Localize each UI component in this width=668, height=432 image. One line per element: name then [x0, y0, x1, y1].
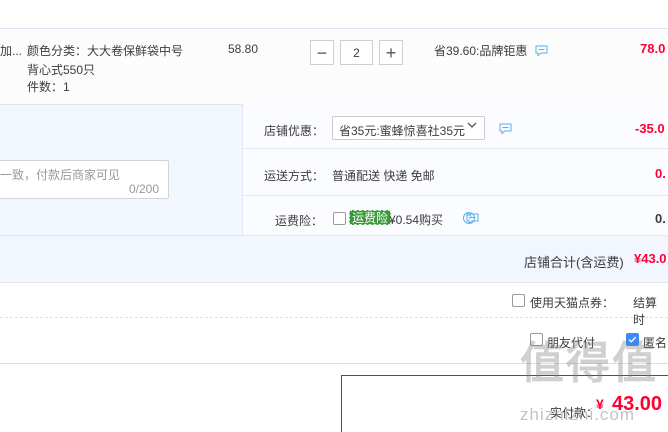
saving-info: 省39.60:品牌钜惠 [434, 42, 548, 59]
watermark-url: zhizhizhi.com [520, 405, 636, 424]
order-item-row: 加... 颜色分类：大大卷保鲜袋中号 背心式550只 件数：1 58.80 − … [0, 28, 668, 104]
insurance-value: 0. [655, 211, 666, 226]
item-subtotal: 78.0 [640, 41, 666, 56]
discount-selected: 省35元:蜜蜂惊喜社35元 [339, 124, 466, 138]
points-label: 使用天猫点券： [530, 296, 615, 310]
shop-total-value: ¥43.0 [634, 251, 667, 266]
row-divider [242, 195, 668, 196]
shipping-method: 普通配送 快递 免邮 [332, 169, 435, 183]
item-count: 件数：1 [27, 80, 70, 94]
chat-icon[interactable] [499, 123, 512, 134]
quantity-input[interactable]: 2 [340, 40, 373, 65]
product-title[interactable]: 加... [0, 42, 22, 59]
message-placeholder: 一致，付款后商家可见 [0, 168, 121, 182]
discount-value: -35.0 [635, 121, 665, 136]
chat-icon[interactable] [535, 45, 548, 56]
decrease-button[interactable]: − [310, 40, 334, 65]
unit-price: 58.80 [228, 42, 259, 56]
insurance-price: ¥0.54购买 [389, 213, 444, 227]
quantity-stepper: − 2 + [310, 40, 403, 65]
message-counter: 0/200 [129, 182, 160, 196]
discount-label: 店铺优惠： [264, 124, 325, 138]
insurance-tag: 运费险 [349, 210, 392, 225]
row-divider [242, 148, 668, 149]
watermark-logo: 值得值 [520, 339, 658, 388]
chevron-down-icon [467, 122, 477, 128]
insurance-checkbox[interactable] [333, 212, 346, 225]
sku-info: 颜色分类：大大卷保鲜袋中号 背心式550只 [27, 44, 184, 77]
shipping-price: 0. [655, 166, 666, 181]
panel-divider [242, 104, 243, 235]
shipping-label: 运送方式： [264, 169, 325, 183]
increase-button[interactable]: + [379, 40, 403, 65]
row-divider [0, 235, 668, 236]
insurance-label: 运费险： [275, 214, 324, 228]
saving-text: 省39.60:品牌钜惠 [434, 44, 528, 58]
shop-total-label: 店铺合计(含运费) [524, 255, 624, 270]
points-checkbox[interactable] [512, 294, 525, 307]
help-icon[interactable]: ? [463, 212, 475, 224]
